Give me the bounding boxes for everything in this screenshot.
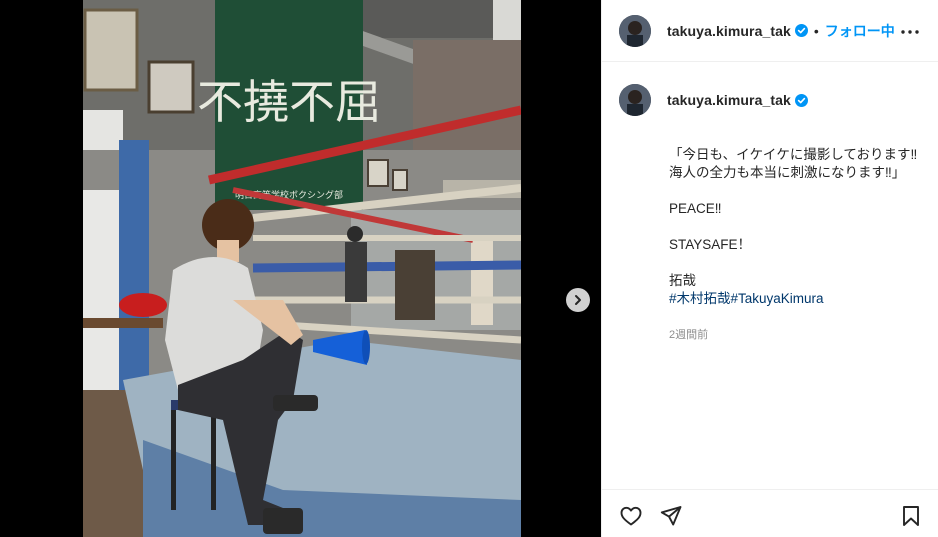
post-sidebar: takuya.kimura_tak • フォロー中 takuya.kimura_… (601, 0, 938, 537)
chevron-right-icon (575, 295, 581, 305)
post-caption: takuya.kimura_tak 「今日も、イケイケに撮影しております‼ 海人… (619, 84, 924, 342)
more-options-button[interactable] (900, 22, 920, 42)
bookmark-icon (903, 506, 919, 526)
more-horizontal-icon (901, 30, 919, 34)
next-photo-button[interactable] (566, 288, 590, 312)
like-button[interactable] (619, 504, 643, 528)
caption-avatar[interactable] (619, 84, 651, 116)
separator-dot: • (813, 22, 819, 39)
hashtag-link[interactable]: #木村拓哉 (669, 291, 731, 306)
paper-plane-icon (660, 506, 682, 526)
caption-username[interactable]: takuya.kimura_tak (667, 92, 791, 108)
hashtag-link[interactable]: #TakuyaKimura (731, 291, 824, 306)
caption-hashtags: #木村拓哉#TakuyaKimura (669, 290, 924, 308)
verified-badge-icon (794, 24, 808, 37)
avatar[interactable] (619, 14, 651, 47)
post-actions-bar (602, 489, 938, 537)
heart-icon (620, 506, 642, 526)
banner-text: 不撓不屈 (197, 75, 381, 129)
caption-text: 「今日も、イケイケに撮影しております‼ 海人の全力も本当に刺激になります‼」 P… (669, 147, 918, 288)
share-button[interactable] (659, 504, 683, 528)
save-button[interactable] (899, 504, 923, 528)
following-button[interactable]: フォロー中 (825, 21, 895, 41)
post-timestamp[interactable]: 2週間前 (669, 326, 924, 342)
post-media[interactable]: 不撓不屈 明日高等学校ボクシング部 (0, 0, 601, 537)
post-photo[interactable]: 不撓不屈 明日高等学校ボクシング部 (83, 0, 521, 537)
verified-badge-icon (794, 93, 808, 107)
post-username[interactable]: takuya.kimura_tak (667, 23, 791, 39)
post-header: takuya.kimura_tak • フォロー中 (602, 0, 938, 62)
